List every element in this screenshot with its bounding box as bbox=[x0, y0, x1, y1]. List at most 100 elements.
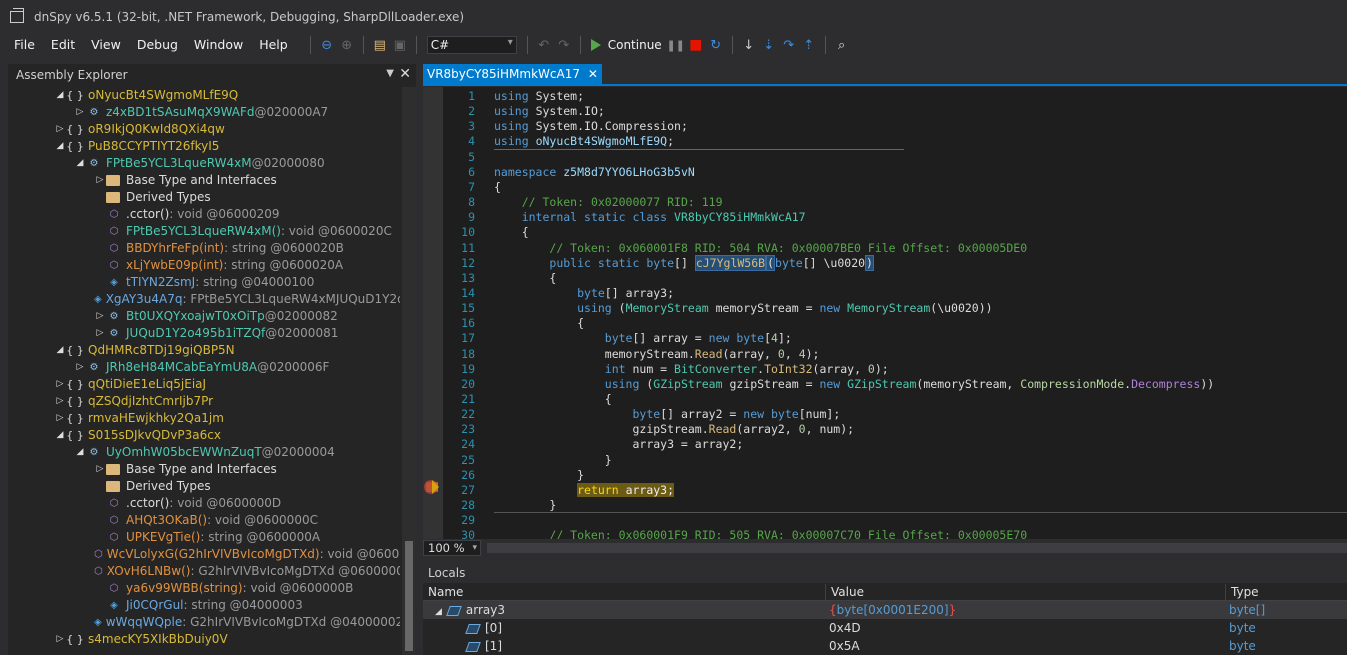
tree-node-detail: @02000080 bbox=[251, 156, 325, 170]
search-icon[interactable]: ⌕ bbox=[832, 35, 852, 55]
code-editor[interactable]: 1 using System; 2 using System.IO; 3 using Sy… bbox=[423, 87, 1347, 539]
expanded-arrow-icon[interactable]: ◢ bbox=[435, 607, 442, 617]
tree-node[interactable]: ▷ ⚙ Bt0UXQYxoajwT0xOiTp @02000082 bbox=[8, 308, 400, 325]
tree-node[interactable]: ⬡ xLjYwbE09p(int) : string @0600020A bbox=[8, 257, 400, 274]
local-value-cell[interactable]: 0x5A bbox=[825, 637, 1225, 655]
column-type[interactable]: Type bbox=[1225, 584, 1347, 601]
menu-view[interactable]: View bbox=[83, 34, 129, 56]
tree-node[interactable]: ◢{ } oNyucBt4SWgmoMLfE9Q bbox=[8, 87, 400, 104]
close-icon[interactable]: ✕ bbox=[399, 66, 411, 82]
menu-help[interactable]: Help bbox=[251, 34, 296, 56]
expanded-arrow-icon[interactable]: ◢ bbox=[54, 138, 66, 155]
language-select[interactable]: C# bbox=[426, 36, 517, 54]
navigate-back-icon[interactable]: ⊖ bbox=[317, 35, 337, 55]
tree-node[interactable]: ⬡ .cctor() : void @0600000D bbox=[8, 495, 400, 512]
collapsed-arrow-icon[interactable]: ▷ bbox=[54, 393, 66, 410]
tree-node-detail: : G2hIrVIVBvIcoMgDTXd @04000002 bbox=[182, 615, 400, 629]
tree-node[interactable]: ▷{ } qQtiDieE1eLiq5jEiaJ bbox=[8, 376, 400, 393]
local-name-cell: [1] bbox=[463, 637, 825, 655]
collapsed-arrow-icon[interactable]: ▷ bbox=[94, 172, 106, 189]
zoom-select[interactable]: 100 % bbox=[423, 540, 481, 556]
open-file-icon[interactable]: ▤ bbox=[370, 35, 390, 55]
tree-node[interactable]: ▷{ } qZSQdjIzhtCmrIjb7Pr bbox=[8, 393, 400, 410]
tree-node[interactable]: ▷ Base Type and Interfaces bbox=[8, 461, 400, 478]
collapsed-arrow-icon[interactable]: ▷ bbox=[74, 359, 86, 376]
tree-node[interactable]: Derived Types bbox=[8, 478, 400, 495]
navigate-forward-icon[interactable]: ⊕ bbox=[337, 35, 357, 55]
collapsed-arrow-icon[interactable]: ▷ bbox=[54, 410, 66, 427]
collapsed-arrow-icon[interactable]: ▷ bbox=[54, 631, 66, 648]
tree-node[interactable]: ▷{ } s4mecKY5XIkBbDuiy0V bbox=[8, 631, 400, 648]
tree-node[interactable]: Derived Types bbox=[8, 189, 400, 206]
locals-row[interactable]: [1] 0x5A byte bbox=[423, 637, 1347, 655]
tree-node[interactable]: ⬡ FPtBe5YCL3LqueRW4xM() : void @0600020C bbox=[8, 223, 400, 240]
tree-node[interactable]: ⬡ XOvH6LNBw() : G2hIrVIVBvIcoMgDTXd @0600… bbox=[8, 563, 400, 580]
local-value-cell[interactable]: {byte[0x0001E200]} bbox=[825, 601, 1225, 619]
save-all-icon[interactable]: ▣ bbox=[390, 35, 410, 55]
expanded-arrow-icon[interactable]: ◢ bbox=[54, 342, 66, 359]
breakpoint-gutter[interactable] bbox=[423, 87, 443, 539]
locals-row[interactable]: ◢ array3 {byte[0x0001E200]} byte[] bbox=[423, 601, 1347, 619]
chevron-down-icon[interactable]: ▼ bbox=[386, 68, 394, 79]
tree-node[interactable]: ▷ ⚙ JUQuD1Y2o495b1iTZQf @02000081 bbox=[8, 325, 400, 342]
expanded-arrow-icon[interactable]: ◢ bbox=[54, 87, 66, 104]
tree-scrollbar[interactable] bbox=[402, 87, 416, 655]
collapsed-arrow-icon[interactable]: ▷ bbox=[74, 104, 86, 121]
collapsed-arrow-icon[interactable]: ▷ bbox=[54, 121, 66, 138]
tree-node[interactable]: ⬡ UPKEVgTie() : string @0600000A bbox=[8, 529, 400, 546]
stop-icon[interactable]: ■ bbox=[686, 35, 706, 55]
tree-node[interactable]: ◢{ } QdHMRc8TDj19giQBP5N bbox=[8, 342, 400, 359]
tree-node[interactable]: ▷{ } oR9IkjQ0KwId8QXi4qw bbox=[8, 121, 400, 138]
step-over-icon[interactable]: ↷ bbox=[779, 35, 799, 55]
collapsed-arrow-icon[interactable]: ▷ bbox=[54, 376, 66, 393]
expanded-arrow-icon[interactable]: ◢ bbox=[74, 155, 86, 172]
field-icon: ◈ bbox=[110, 277, 118, 288]
tree-node[interactable]: ⬡ BBDYhrFeFp(int) : string @0600020B bbox=[8, 240, 400, 257]
column-name[interactable]: Name bbox=[423, 584, 825, 601]
tree-node[interactable]: ⬡ AHQt3OKaB() : void @0600000C bbox=[8, 512, 400, 529]
line-number: 18 bbox=[461, 346, 475, 361]
locals-row[interactable]: [0] 0x4D byte bbox=[423, 619, 1347, 637]
horizontal-scrollbar[interactable] bbox=[487, 543, 1347, 553]
tree-node[interactable]: ⬡ WcVLolyxG(G2hIrVIVBvIcoMgDTXd) : void @… bbox=[8, 546, 400, 563]
tab-vr8bycy85ihmmkwca17[interactable]: VR8byCY85iHMmkWcA17 ✕ bbox=[423, 64, 602, 86]
tree-node[interactable]: ⬡ ya6v99WBB(string) : void @0600000B bbox=[8, 580, 400, 597]
collapsed-arrow-icon[interactable]: ▷ bbox=[94, 325, 106, 342]
tree-node[interactable]: ◢ ⚙ UyOmhW05bcEWWnZuqT @02000004 bbox=[8, 444, 400, 461]
column-value[interactable]: Value bbox=[825, 584, 1225, 601]
locals-title: Locals bbox=[423, 563, 1347, 583]
undo-icon[interactable]: ↶ bbox=[534, 35, 554, 55]
collapsed-arrow-icon[interactable]: ▷ bbox=[94, 461, 106, 478]
continue-button[interactable]: Continue bbox=[590, 38, 662, 52]
tree-node[interactable]: ⬡ .cctor() : void @06000209 bbox=[8, 206, 400, 223]
close-tab-icon[interactable]: ✕ bbox=[588, 64, 598, 85]
step-into-icon[interactable]: ⇣ bbox=[759, 35, 779, 55]
show-next-statement-icon[interactable]: ↓ bbox=[739, 35, 759, 55]
editor-tabstrip: VR8byCY85iHMmkWcA17 ✕ bbox=[423, 64, 1347, 86]
tree-node[interactable]: ▷ Base Type and Interfaces bbox=[8, 172, 400, 189]
code-text: } bbox=[494, 452, 612, 467]
tree-node[interactable]: ▷{ } rmvaHEwjkhky2Qa1jm bbox=[8, 410, 400, 427]
tree-node[interactable]: ◈ tTIYN2ZsmJ : string @04000100 bbox=[8, 274, 400, 291]
menu-edit[interactable]: Edit bbox=[43, 34, 83, 56]
tree-node[interactable]: ◢{ } S015sDJkvQDvP3a6cx bbox=[8, 427, 400, 444]
menu-file[interactable]: File bbox=[0, 34, 43, 56]
tree-node[interactable]: ◈ wWqqWQple : G2hIrVIVBvIcoMgDTXd @040000… bbox=[8, 614, 400, 631]
expanded-arrow-icon[interactable]: ◢ bbox=[54, 427, 66, 444]
tree-node[interactable]: ▷ ⚙ JRh8eH84MCabEaYmU8A @0200006F bbox=[8, 359, 400, 376]
menu-debug[interactable]: Debug bbox=[129, 34, 186, 56]
collapsed-arrow-icon[interactable]: ▷ bbox=[94, 308, 106, 325]
tree-node[interactable]: ◈ Ji0CQrGul : string @04000003 bbox=[8, 597, 400, 614]
menu-window[interactable]: Window bbox=[186, 34, 251, 56]
tree-node[interactable]: ▷ ⚙ z4xBD1tSAsuMqX9WAFd @020000A7 bbox=[8, 104, 400, 121]
tree-node[interactable]: ◢{ } PuB8CCYPTIYT26fkyI5 bbox=[8, 138, 400, 155]
tree-node[interactable]: ◈ XgAY3u4A7q : FPtBe5YCL3LqueRW4xMJUQuD1Y… bbox=[8, 291, 400, 308]
redo-icon[interactable]: ↷ bbox=[554, 35, 574, 55]
tree-node[interactable]: ◢ ⚙ FPtBe5YCL3LqueRW4xM @02000080 bbox=[8, 155, 400, 172]
restart-icon[interactable]: ↻ bbox=[706, 35, 726, 55]
step-out-icon[interactable]: ⇡ bbox=[799, 35, 819, 55]
scrollbar-thumb[interactable] bbox=[405, 541, 413, 651]
pause-icon[interactable]: ❚❚ bbox=[666, 35, 686, 55]
expanded-arrow-icon[interactable]: ◢ bbox=[74, 444, 86, 461]
local-value-cell[interactable]: 0x4D bbox=[825, 619, 1225, 637]
